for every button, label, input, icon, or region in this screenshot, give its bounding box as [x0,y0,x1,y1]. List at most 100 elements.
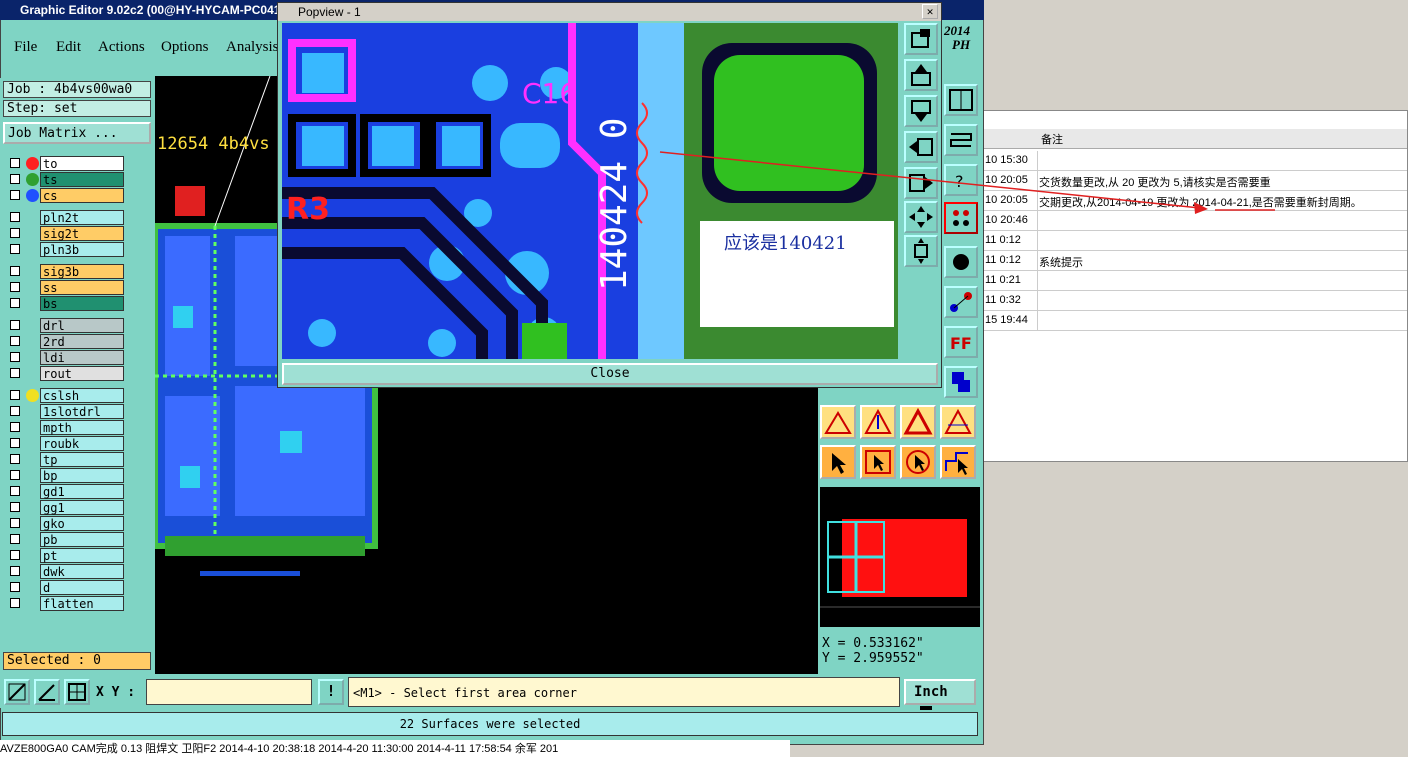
layer-row-roubk[interactable]: roubk [6,436,124,451]
layer-row-gko[interactable]: gko [6,516,124,531]
layer-checkbox[interactable] [10,368,20,378]
xy-input[interactable] [146,679,312,705]
layer-row-ss[interactable]: ss [6,280,124,295]
layer-checkbox[interactable] [10,298,20,308]
alert-icon[interactable]: ! [318,679,344,705]
layer-checkbox[interactable] [10,486,20,496]
tool-triangle-4[interactable] [940,405,976,439]
layer-row-sig3b[interactable]: sig3b [6,264,124,279]
layer-checkbox[interactable] [10,158,20,168]
table-row: 10 20:05 交期更改,从2014-04-19 更改为 2014-04-21,… [983,191,1407,211]
layer-checkbox[interactable] [10,582,20,592]
layer-checkbox[interactable] [10,598,20,608]
layer-checkbox[interactable] [10,454,20,464]
close-icon[interactable]: ✕ [922,4,938,19]
layer-checkbox[interactable] [10,266,20,276]
grid-icon[interactable] [64,679,90,705]
layer-checkbox[interactable] [10,244,20,254]
connect-icon[interactable] [944,286,978,318]
layer-checkbox[interactable] [10,502,20,512]
layer-row-mpth[interactable]: mpth [6,420,124,435]
layer-name: cslsh [40,388,124,403]
pads-icon[interactable] [944,202,978,234]
layer-checkbox[interactable] [10,438,20,448]
select-circle-icon[interactable] [900,445,936,479]
layer-checkbox[interactable] [10,406,20,416]
job-matrix-button[interactable]: Job Matrix ... [3,122,151,144]
layer-checkbox[interactable] [10,390,20,400]
layer-checkbox[interactable] [10,550,20,560]
menu-options[interactable]: Options [161,39,209,56]
menu-edit[interactable]: Edit [56,39,81,56]
layer-row-1slotdrl[interactable]: 1slotdrl [6,404,124,419]
select-net-icon[interactable] [940,445,976,479]
flip-icon[interactable]: FF [944,326,978,358]
layer-checkbox[interactable] [10,518,20,528]
zoom-in-icon[interactable] [904,201,938,233]
snap-icon[interactable] [944,124,978,156]
layer-checkbox[interactable] [10,336,20,346]
row-remark: 系统提示 [1039,257,1083,269]
layer-row-ldi[interactable]: ldi [6,350,124,365]
layer-checkbox[interactable] [10,174,20,184]
pad-icon[interactable] [944,246,978,278]
unit-selector[interactable]: Inch [904,679,976,710]
table-row: 10 15:30 [983,151,1407,171]
svg-text:FF: FF [950,334,972,353]
layer-checkbox[interactable] [10,566,20,576]
angle-icon[interactable] [34,679,60,705]
popview-close-button[interactable]: Close [282,363,938,385]
menu-file[interactable]: File [14,39,37,56]
layer-checkbox[interactable] [10,282,20,292]
pan-down-icon[interactable] [904,95,938,127]
layer-row-flatten[interactable]: flatten [6,596,124,611]
layer-row-2rd[interactable]: 2rd [6,334,124,349]
mini-map[interactable] [820,487,980,627]
layer-checkbox[interactable] [10,470,20,480]
window-grid-icon[interactable] [944,84,978,116]
group-icon[interactable] [944,366,978,398]
layer-row-pt[interactable]: pt [6,548,124,563]
row-time: 10 20:46 [985,214,1028,226]
tool-triangle-2[interactable] [860,405,896,439]
layer-row-ts[interactable]: ts [6,172,124,187]
measure-icon[interactable] [4,679,30,705]
zoom-out-icon[interactable] [904,235,938,267]
menu-analysis[interactable]: Analysis [226,39,279,56]
popview-zoom-icon[interactable] [904,23,938,55]
layer-checkbox[interactable] [10,228,20,238]
row-time: 11 0:21 [985,274,1021,286]
layer-checkbox[interactable] [10,190,20,200]
layer-row-dwk[interactable]: dwk [6,564,124,579]
select-arrow-icon[interactable] [820,445,856,479]
status-bar: 22 Surfaces were selected [2,712,978,736]
help-icon[interactable]: ? [944,164,978,196]
layer-row-tp[interactable]: tp [6,452,124,467]
layer-row-d[interactable]: d [6,580,124,595]
layer-checkbox[interactable] [10,352,20,362]
layer-checkbox[interactable] [10,534,20,544]
select-box-icon[interactable] [860,445,896,479]
menu-actions[interactable]: Actions [98,39,145,56]
layer-row-to[interactable]: to [6,156,124,171]
layer-row-sig2t[interactable]: sig2t [6,226,124,241]
layer-row-drl[interactable]: drl [6,318,124,333]
layer-row-cslsh[interactable]: cslsh [6,388,124,403]
tool-triangle-1[interactable] [820,405,856,439]
pan-up-icon[interactable] [904,59,938,91]
layer-row-rout[interactable]: rout [6,366,124,381]
layer-row-bs[interactable]: bs [6,296,124,311]
layer-row-gd1[interactable]: gd1 [6,484,124,499]
pan-left-icon[interactable] [904,131,938,163]
layer-row-pb[interactable]: pb [6,532,124,547]
layer-row-cs[interactable]: cs [6,188,124,203]
tool-triangle-3[interactable] [900,405,936,439]
layer-checkbox[interactable] [10,422,20,432]
layer-row-pln2t[interactable]: pln2t [6,210,124,225]
layer-row-pln3b[interactable]: pln3b [6,242,124,257]
layer-checkbox[interactable] [10,320,20,330]
layer-row-gg1[interactable]: gg1 [6,500,124,515]
layer-checkbox[interactable] [10,212,20,222]
pan-right-icon[interactable] [904,167,938,199]
layer-row-bp[interactable]: bp [6,468,124,483]
